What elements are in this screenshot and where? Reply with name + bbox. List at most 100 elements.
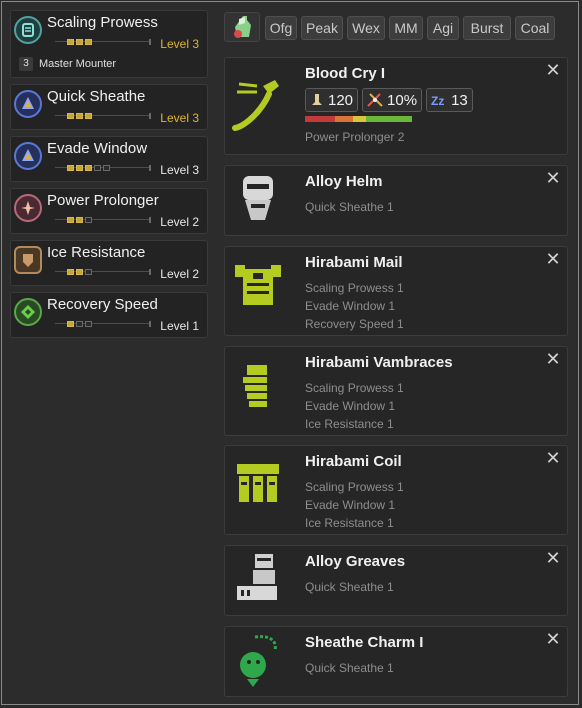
remove-armor-button[interactable]: ✕: [545, 630, 561, 648]
skill-level: Level 2: [160, 215, 199, 229]
remove-armor-button[interactable]: ✕: [545, 169, 561, 187]
armor-skill-list: Scaling Prowess 1 Evade Window 1 Ice Res…: [305, 478, 404, 532]
sharpness-bar: [305, 116, 413, 122]
weapon-name: Blood Cry I: [305, 65, 386, 82]
armor-skill: Evade Window 1: [305, 399, 396, 413]
skill-name: Power Prolonger: [47, 192, 159, 209]
skill-level-track: [55, 39, 151, 45]
weapon-filter-button[interactable]: [224, 12, 260, 42]
element-stat: Zz 13: [426, 88, 473, 112]
charm-icon: [240, 635, 277, 687]
armor-skill: Evade Window 1: [305, 498, 396, 512]
filter-mm-button[interactable]: MM: [389, 16, 423, 40]
remove-weapon-button[interactable]: ✕: [545, 61, 561, 79]
weapon-icon: [232, 80, 279, 131]
remove-armor-button[interactable]: ✕: [545, 449, 561, 467]
weapon-stats: 120 10% Zz 13: [305, 88, 473, 112]
evade-window-icon: [14, 142, 42, 170]
filter-wex-button[interactable]: Wex: [347, 16, 385, 40]
armor-skill: Quick Sheathe 1: [305, 200, 394, 214]
armor-skill: Scaling Prowess 1: [305, 480, 404, 494]
affinity-stat: 10%: [362, 88, 423, 112]
skill-name: Scaling Prowess: [47, 14, 158, 31]
skill-level: Level 1: [160, 319, 199, 333]
power-prolonger-icon: [14, 194, 42, 222]
skill-level-track: [55, 321, 151, 327]
remove-armor-button[interactable]: ✕: [545, 350, 561, 368]
armor-card-charm[interactable]: Sheathe Charm I ✕ Quick Sheathe 1: [224, 626, 568, 697]
affinity-value: 10%: [387, 91, 418, 109]
skill-level-track: [55, 165, 151, 171]
ice-resistance-icon: [14, 246, 42, 274]
armor-skill: Scaling Prowess 1: [305, 381, 404, 395]
legs-icon: [237, 554, 277, 600]
sharpness-segment: [335, 116, 353, 122]
sleep-element-icon: Zz: [431, 94, 444, 108]
armor-name: Hirabami Coil: [305, 453, 402, 470]
skill-evade-window[interactable]: Evade Window Level 3: [10, 136, 208, 182]
filter-coal-button[interactable]: Coal: [515, 16, 555, 40]
filter-burst-button[interactable]: Burst: [463, 16, 511, 40]
skill-level: Level 3: [160, 37, 199, 51]
armor-skill: Ice Resistance 1: [305, 417, 394, 431]
armor-skill-list: Quick Sheathe 1: [305, 578, 394, 596]
skill-ice-resistance[interactable]: Ice Resistance Level 2: [10, 240, 208, 286]
quick-sheathe-icon: [14, 90, 42, 118]
waist-icon: [237, 464, 279, 502]
filter-bar: Ofg Peak Wex MM Agi Burst Coal: [224, 12, 574, 42]
attack-icon: [312, 94, 322, 105]
arms-icon: [243, 365, 267, 407]
skill-power-prolonger[interactable]: Power Prolonger Level 2: [10, 188, 208, 234]
sharpness-segment: [353, 116, 366, 122]
armor-skill: Recovery Speed 1: [305, 317, 404, 331]
armor-card-chest[interactable]: Hirabami Mail ✕ Scaling Prowess 1 Evade …: [224, 246, 568, 336]
armor-name: Hirabami Mail: [305, 254, 403, 271]
skill-level: Level 3: [160, 111, 199, 125]
remove-armor-button[interactable]: ✕: [545, 250, 561, 268]
skill-name: Quick Sheathe: [47, 88, 146, 105]
armor-card-legs[interactable]: Alloy Greaves ✕ Quick Sheathe 1: [224, 545, 568, 616]
skill-scaling-prowess[interactable]: Scaling Prowess Level 3 3 Master Mounter: [10, 10, 208, 78]
armor-card-helm[interactable]: Alloy Helm ✕ Quick Sheathe 1: [224, 165, 568, 236]
skill-name: Ice Resistance: [47, 244, 146, 261]
armor-skill: Evade Window 1: [305, 299, 396, 313]
armor-name: Hirabami Vambraces: [305, 354, 453, 371]
weapon-skill: Power Prolonger 2: [305, 130, 405, 144]
armor-skill: Quick Sheathe 1: [305, 661, 394, 675]
element-value: 13: [451, 91, 468, 109]
helm-icon: [243, 176, 273, 220]
armor-name: Alloy Helm: [305, 173, 383, 190]
armor-name: Alloy Greaves: [305, 553, 406, 570]
set-bonus: 3 Master Mounter: [19, 57, 116, 71]
skill-level-track: [55, 217, 151, 223]
affinity-icon: [367, 93, 383, 107]
attack-stat: 120: [305, 88, 359, 112]
skill-recovery-speed[interactable]: Recovery Speed Level 1: [10, 292, 208, 338]
set-bonus-label: Master Mounter: [39, 58, 117, 70]
filter-peak-button[interactable]: Peak: [301, 16, 343, 40]
svg-text:Zz: Zz: [431, 94, 444, 108]
armor-skill: Scaling Prowess 1: [305, 281, 404, 295]
skill-level: Level 3: [160, 163, 199, 177]
filter-agi-button[interactable]: Agi: [427, 16, 459, 40]
armor-skill-list: Quick Sheathe 1: [305, 659, 394, 677]
armor-skill-list: Scaling Prowess 1 Evade Window 1 Recover…: [305, 279, 404, 333]
skill-level: Level 2: [160, 267, 199, 281]
skill-name: Recovery Speed: [47, 296, 158, 313]
skill-level-track: [55, 269, 151, 275]
set-bonus-count: 3: [19, 57, 33, 71]
chest-icon: [235, 265, 281, 305]
remove-armor-button[interactable]: ✕: [545, 549, 561, 567]
armor-card-arms[interactable]: Hirabami Vambraces ✕ Scaling Prowess 1 E…: [224, 346, 568, 436]
filter-ofg-button[interactable]: Ofg: [265, 16, 297, 40]
weapon-card[interactable]: Blood Cry I ✕ 120 10% Zz 13 Power Prolon…: [224, 57, 568, 155]
skill-quick-sheathe[interactable]: Quick Sheathe Level 3: [10, 84, 208, 130]
armor-card-waist[interactable]: Hirabami Coil ✕ Scaling Prowess 1 Evade …: [224, 445, 568, 535]
sharpness-segment: [305, 116, 335, 122]
attack-value: 120: [328, 91, 354, 109]
recovery-speed-icon: [14, 298, 42, 326]
armor-skill: Quick Sheathe 1: [305, 580, 394, 594]
skill-summary-list: Scaling Prowess Level 3 3 Master Mounter…: [10, 10, 208, 344]
scaling-prowess-icon: [14, 16, 42, 44]
skill-level-track: [55, 113, 151, 119]
